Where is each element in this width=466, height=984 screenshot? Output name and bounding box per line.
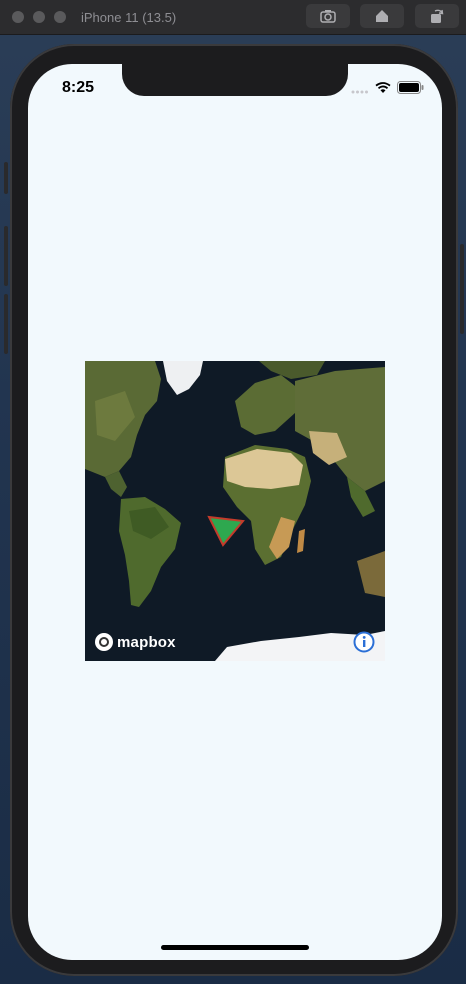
close-window-button[interactable]	[12, 11, 24, 23]
volume-down-button[interactable]	[4, 294, 8, 354]
status-time: 8:25	[62, 79, 95, 96]
map-view[interactable]: mapbox	[85, 361, 385, 661]
battery-icon	[397, 81, 424, 94]
info-icon[interactable]	[353, 631, 375, 653]
device-screen: 8:25 mapbox	[28, 64, 442, 960]
home-button[interactable]	[360, 4, 404, 28]
notch	[122, 64, 348, 96]
window-controls	[12, 11, 66, 23]
home-icon	[376, 10, 388, 22]
power-button[interactable]	[460, 244, 464, 334]
rotate-icon	[431, 9, 444, 23]
mute-switch[interactable]	[4, 162, 8, 194]
satellite-map	[85, 361, 385, 661]
simulator-titlebar: iPhone 11 (13.5)	[0, 0, 466, 35]
minimize-window-button[interactable]	[33, 11, 45, 23]
status-icons	[351, 81, 424, 94]
home-indicator[interactable]	[161, 945, 309, 950]
wifi-icon	[375, 81, 391, 93]
simulator-title: iPhone 11 (13.5)	[81, 9, 177, 25]
mapbox-logo-icon	[95, 633, 113, 651]
camera-icon	[320, 10, 336, 23]
rotate-button[interactable]	[415, 4, 459, 28]
volume-up-button[interactable]	[4, 226, 8, 286]
screenshot-button[interactable]	[306, 4, 350, 28]
zoom-window-button[interactable]	[54, 11, 66, 23]
mapbox-attribution: mapbox	[117, 633, 176, 651]
mapbox-logo[interactable]: mapbox	[94, 632, 176, 652]
signal-icon	[351, 90, 368, 93]
